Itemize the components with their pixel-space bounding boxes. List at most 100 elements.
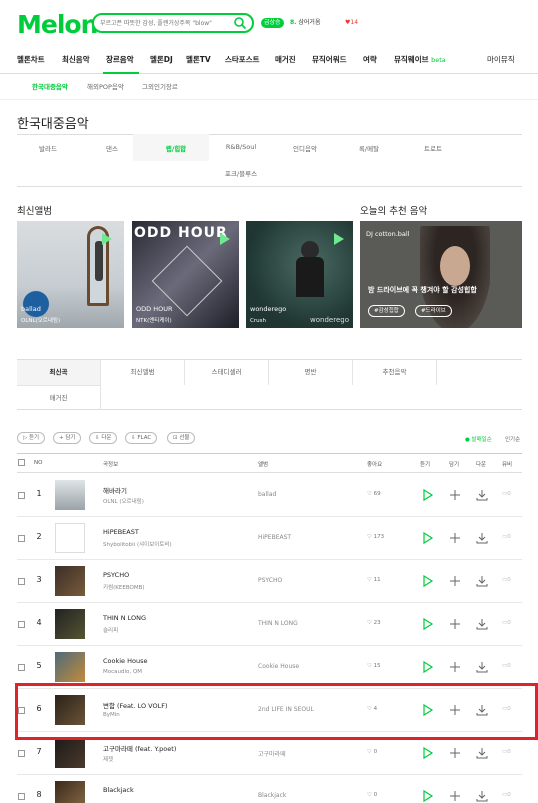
row-cover[interactable] xyxy=(55,523,85,553)
mv-button[interactable]: ▭0 xyxy=(502,749,511,755)
table-row[interactable]: 8 Blackjack Blackjack ♡ 0 ▭0 xyxy=(17,775,522,803)
song-title[interactable]: 고구마라떼 (feat. Y.poet) xyxy=(103,743,176,753)
table-row[interactable]: 3 PSYCHO 키썸(KEEBOMB) PSYCHO ♡ 11 ▭0 xyxy=(17,560,522,603)
download-icon[interactable] xyxy=(475,531,489,545)
nav-melon-chart[interactable]: 멜론차트 xyxy=(17,54,45,65)
search-input[interactable] xyxy=(100,16,230,30)
song-title[interactable]: Blackjack xyxy=(103,786,134,794)
song-artist[interactable]: 제젯 xyxy=(103,755,113,763)
song-album[interactable]: HiPEBEAST xyxy=(258,534,291,541)
download-icon[interactable] xyxy=(475,746,489,760)
genre-indie[interactable]: 인디음악 xyxy=(293,143,317,153)
play-icon[interactable] xyxy=(420,789,434,803)
mv-button[interactable]: ▭0 xyxy=(502,577,511,583)
play-icon[interactable] xyxy=(420,531,434,545)
nav-magazine[interactable]: 매거진 xyxy=(275,54,296,65)
table-row[interactable]: 4 THIN N LONG 슬리피 THIN N LONG ♡ 23 ▭0 xyxy=(17,603,522,646)
like-button[interactable]: ♡ 173 xyxy=(367,534,384,540)
genre-rock[interactable]: 록/메탈 xyxy=(359,143,379,153)
table-row[interactable]: 1 해바라기 OLNL (오르내림) ballad ♡ 69 ▭0 xyxy=(17,474,522,517)
row-cover[interactable] xyxy=(55,566,85,596)
play-icon[interactable] xyxy=(420,746,434,760)
subnav-korean[interactable]: 한국대중음악 xyxy=(32,81,68,91)
gift-button[interactable]: ⊡ 선물 xyxy=(167,432,196,444)
like-button[interactable]: ♡ 0 xyxy=(367,749,377,755)
row-checkbox[interactable] xyxy=(18,793,25,800)
nav-music-wave[interactable]: 뮤직웨이브 beta xyxy=(394,54,446,65)
row-checkbox[interactable] xyxy=(18,578,25,585)
download-button[interactable]: ⇩ 다운 xyxy=(89,432,118,444)
play-icon[interactable] xyxy=(420,488,434,502)
nav-music-award[interactable]: 뮤직어워드 xyxy=(312,54,347,65)
play-icon[interactable] xyxy=(420,574,434,588)
nav-melon-tv[interactable]: 멜론TV xyxy=(186,54,211,65)
song-album[interactable]: ballad xyxy=(258,491,276,498)
subnav-other[interactable]: 그외인기장르 xyxy=(142,81,178,91)
play-icon[interactable] xyxy=(102,233,112,245)
nav-melon-dj[interactable]: 멜론DJ xyxy=(150,54,173,65)
song-album[interactable]: 고구마라떼 xyxy=(258,749,286,758)
song-artist[interactable]: Shyboiitobii (샤이보이토비) xyxy=(103,540,172,548)
genre-ballad[interactable]: 발라드 xyxy=(39,143,57,153)
song-title[interactable]: Cookie House xyxy=(103,657,148,665)
download-icon[interactable] xyxy=(475,617,489,631)
row-cover[interactable] xyxy=(55,480,85,510)
tab-steady[interactable]: 스테디셀러 xyxy=(185,360,269,385)
row-cover[interactable] xyxy=(55,652,85,682)
add-icon[interactable] xyxy=(448,617,462,631)
tag-chip[interactable]: #드라이브 xyxy=(415,305,452,317)
like-button[interactable]: ♡ 0 xyxy=(367,792,377,798)
mv-button[interactable]: ▭0 xyxy=(502,663,511,669)
genre-folk[interactable]: 포크/블루스 xyxy=(225,168,257,178)
mv-button[interactable]: ▭0 xyxy=(502,792,511,798)
song-album[interactable]: Blackjack xyxy=(258,792,286,799)
row-checkbox[interactable] xyxy=(18,535,25,542)
tab-masterpiece[interactable]: 명반 xyxy=(269,360,353,385)
like-button[interactable]: ♡ 23 xyxy=(367,620,381,626)
album-card-2[interactable]: ODD HOUR ODD HOUR NTK(엔티케이) xyxy=(132,221,239,328)
like-button[interactable]: ♡ 69 xyxy=(367,491,381,497)
song-artist[interactable]: 키썸(KEEBOMB) xyxy=(103,583,145,591)
row-checkbox[interactable] xyxy=(18,492,25,499)
play-icon[interactable] xyxy=(334,233,344,245)
genre-dance[interactable]: 댄스 xyxy=(106,143,118,153)
tab-latest-albums[interactable]: 최신앨범 xyxy=(101,360,185,385)
row-checkbox[interactable] xyxy=(18,750,25,757)
album-card-1[interactable]: ballad OLNL(오르내림) xyxy=(17,221,124,328)
sort-release[interactable]: ● 발매일순 xyxy=(465,435,492,443)
nav-latest-music[interactable]: 최신음악 xyxy=(62,54,90,65)
tag-chip[interactable]: #감성힙합 xyxy=(368,305,405,317)
add-icon[interactable] xyxy=(448,789,462,803)
add-icon[interactable] xyxy=(448,488,462,502)
mv-button[interactable]: ▭0 xyxy=(502,620,511,626)
add-icon[interactable] xyxy=(448,746,462,760)
tab-recommend[interactable]: 추천음악 xyxy=(353,360,437,385)
sort-popular[interactable]: 인기순 xyxy=(505,435,520,443)
add-icon[interactable] xyxy=(448,660,462,674)
recommend-card[interactable]: DJ cotton.ball 밤 드라이브에 꼭 챙겨야 할 감성힙합 #감성힙… xyxy=(360,221,522,328)
row-checkbox[interactable] xyxy=(18,621,25,628)
mv-button[interactable]: ▭0 xyxy=(502,534,511,540)
row-checkbox[interactable] xyxy=(18,664,25,671)
song-title[interactable]: PSYCHO xyxy=(103,571,129,579)
melon-logo[interactable]: Melon xyxy=(17,10,98,39)
row-cover[interactable] xyxy=(55,609,85,639)
song-title[interactable]: HiPEBEAST xyxy=(103,528,139,536)
album-card-3[interactable]: wonderego wonderego Crush xyxy=(246,221,353,328)
play-icon[interactable] xyxy=(420,617,434,631)
add-icon[interactable] xyxy=(448,531,462,545)
song-title[interactable]: THIN N LONG xyxy=(103,614,146,622)
table-row[interactable]: 2 HiPEBEAST Shyboiitobii (샤이보이토비) HiPEBEAST… xyxy=(17,517,522,560)
song-album[interactable]: PSYCHO xyxy=(258,577,282,584)
mv-button[interactable]: ▭0 xyxy=(502,491,511,497)
play-icon[interactable] xyxy=(420,660,434,674)
play-icon[interactable] xyxy=(220,233,230,245)
flac-button[interactable]: ⇩ FLAC xyxy=(125,432,158,444)
song-album[interactable]: THIN N LONG xyxy=(258,620,298,627)
row-cover[interactable] xyxy=(55,781,85,803)
listen-button[interactable]: ▷ 듣기 xyxy=(17,432,46,444)
search-box[interactable] xyxy=(92,13,254,33)
song-artist[interactable]: OLNL (오르내림) xyxy=(103,497,144,505)
subnav-pop[interactable]: 해외POP음악 xyxy=(87,81,124,91)
add-icon[interactable] xyxy=(448,574,462,588)
